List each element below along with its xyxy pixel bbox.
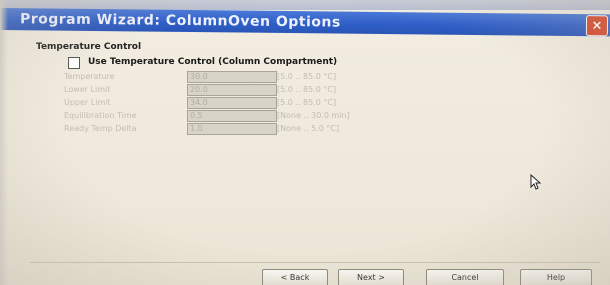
title-bar[interactable]: Program Wizard: ColumnOven Options × — [0, 8, 610, 37]
temperature-label: Temperature — [64, 72, 115, 81]
upper-limit-range: [5.0 .. 85.0 °C] — [277, 98, 337, 107]
close-button[interactable]: × — [585, 15, 609, 37]
lower-limit-input[interactable]: 20.0 — [187, 84, 277, 96]
equilibration-time-input[interactable]: 0.5 — [187, 110, 277, 122]
cancel-button[interactable]: Cancel — [426, 269, 504, 285]
help-button[interactable]: Help — [520, 269, 592, 285]
temperature-control-group-label: Temperature Control — [36, 42, 142, 52]
next-button[interactable]: Next > — [338, 269, 404, 285]
mouse-pointer-icon — [530, 174, 542, 190]
upper-limit-input[interactable]: 34.0 — [187, 97, 277, 109]
screen-bezel — [0, 0, 8, 285]
back-button[interactable]: < Back — [262, 269, 328, 285]
lower-limit-range: [5.0 .. 85.0 °C] — [277, 85, 337, 94]
use-temperature-control-label[interactable]: Use Temperature Control (Column Compartm… — [88, 57, 337, 67]
ready-temp-delta-range: [None .. 5.0 °C] — [277, 124, 340, 133]
temperature-range: [5.0 .. 85.0 °C] — [277, 72, 337, 81]
lower-limit-label: Lower Limit — [64, 85, 111, 94]
ready-temp-delta-input[interactable]: 1.0 — [187, 123, 277, 135]
equilibration-time-label: Equilibration Time — [64, 111, 137, 120]
close-icon: × — [591, 18, 603, 34]
footer-divider — [30, 262, 600, 263]
ready-temp-delta-label: Ready Temp Delta — [64, 124, 137, 133]
use-temperature-control-checkbox[interactable] — [68, 57, 80, 69]
temperature-input[interactable]: 30.0 — [187, 71, 277, 83]
program-wizard-window: Program Wizard: ColumnOven Options × Tem… — [0, 0, 610, 285]
window-title: Program Wizard: ColumnOven Options — [19, 11, 341, 31]
upper-limit-label: Upper Limit — [64, 98, 111, 107]
equilibration-time-range: [None .. 30.0 min] — [277, 111, 350, 120]
